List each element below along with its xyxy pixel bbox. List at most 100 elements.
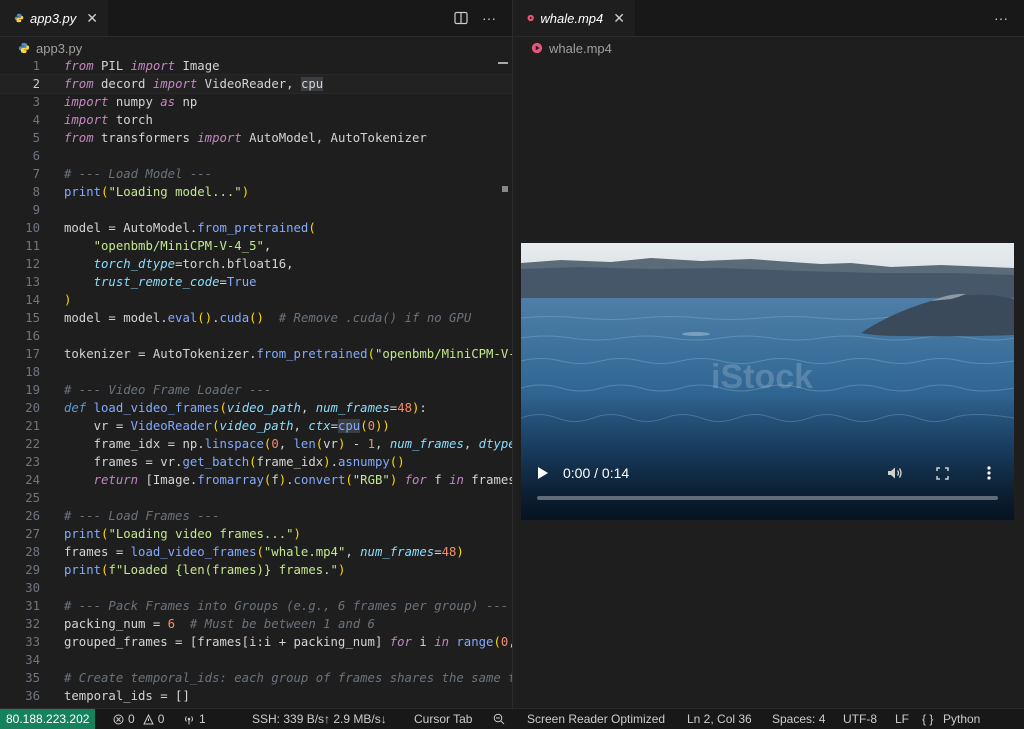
line-text: vr = VideoReader(video_path, ctx=cpu(0)) (64, 419, 390, 433)
line-number: 21 (25, 419, 40, 433)
code-line[interactable]: 15 model = model.eval().cuda() # Remove .… (0, 309, 512, 327)
code-line[interactable]: 25 (0, 489, 512, 507)
line-text: def load_video_frames(video_path, num_fr… (64, 401, 427, 415)
line-text: # --- Pack Frames into Groups (e.g., 6 f… (64, 599, 509, 613)
code-line[interactable]: 23 frames = vr.get_batch(frame_idx).asnu… (0, 453, 512, 471)
problems-indicator[interactable]: 0 0 (113, 709, 164, 729)
close-icon[interactable]: ✕ (613, 10, 625, 27)
line-text: import numpy as np (64, 95, 198, 109)
video-controls: 0:00 / 0:14 (521, 453, 1014, 520)
code-line[interactable]: 24 return [Image.fromarray(f).convert("R… (0, 471, 512, 489)
code-line[interactable]: 35 # Create temporal_ids: each group of f… (0, 669, 512, 687)
close-icon[interactable]: ✕ (86, 10, 98, 27)
code-line[interactable]: 29 print(f"Loaded {len(frames)} frames.") (0, 561, 512, 579)
ports-count: 1 (199, 712, 206, 726)
code-line[interactable]: 19 # --- Video Frame Loader --- (0, 381, 512, 399)
code-line[interactable]: 5 from transformers import AutoModel, Aut… (0, 129, 512, 147)
code-line[interactable]: 16 (0, 327, 512, 345)
code-line[interactable]: 14) (0, 291, 512, 309)
split-editor-icon[interactable] (454, 11, 468, 25)
code-line[interactable]: 20 def load_video_frames(video_path, num_… (0, 399, 512, 417)
code-line[interactable]: 31 # --- Pack Frames into Groups (e.g., 6… (0, 597, 512, 615)
code-line[interactable]: 28 frames = load_video_frames("whale.mp4"… (0, 543, 512, 561)
line-text: frames = vr.get_batch(frame_idx).asnumpy… (64, 455, 405, 469)
cursor-position[interactable]: Ln 2, Col 36 (687, 709, 752, 729)
play-icon[interactable] (537, 466, 549, 480)
fullscreen-icon[interactable] (936, 467, 949, 480)
fold-indicator (498, 62, 508, 68)
code-line[interactable]: 18 (0, 363, 512, 381)
code-line[interactable]: 33 grouped_frames = [frames[i:i + packing… (0, 633, 512, 651)
zoom-icon[interactable] (493, 713, 505, 725)
video-player[interactable]: iStock 0:00 / 0:14 (521, 243, 1014, 520)
code-line[interactable]: 13 trust_remote_code=True (0, 273, 512, 291)
line-number: 28 (25, 545, 40, 559)
line-number: 30 (25, 581, 40, 595)
error-icon (113, 714, 124, 724)
cursor-tab-status[interactable]: Cursor Tab (414, 709, 472, 729)
tab-app3-py[interactable]: app3.py ✕ (0, 0, 108, 36)
code-line[interactable]: 36 temporal_ids = [] (0, 687, 512, 705)
line-number: 13 (25, 275, 40, 289)
code-line[interactable]: 2 from decord import VideoReader, cpu (0, 74, 512, 94)
line-text: # --- Load Model --- (64, 167, 213, 181)
line-number: 5 (32, 131, 40, 145)
line-text: tokenizer = AutoTokenizer.from_pretraine… (64, 347, 512, 361)
language-mode[interactable]: Python (943, 709, 980, 729)
line-number: 16 (25, 329, 40, 343)
more-actions-icon[interactable]: ··· (994, 10, 1008, 26)
line-text: print(f"Loaded {len(frames)} frames.") (64, 563, 346, 577)
screen-reader-status[interactable]: Screen Reader Optimized (527, 709, 665, 729)
code-line[interactable]: 21 vr = VideoReader(video_path, ctx=cpu(… (0, 417, 512, 435)
code-line[interactable]: 1 from PIL import Image (0, 57, 512, 75)
eol-status[interactable]: LF (895, 709, 909, 729)
indentation-status[interactable]: Spaces: 4 (772, 709, 825, 729)
code-line[interactable]: 32 packing_num = 6 # Must be between 1 an… (0, 615, 512, 633)
code-line[interactable]: 26 # --- Load Frames --- (0, 507, 512, 525)
breadcrumb-file[interactable]: whale.mp4 (549, 41, 612, 56)
code-line[interactable]: 34 (0, 651, 512, 669)
code-line[interactable]: 30 (0, 579, 512, 597)
line-number: 32 (25, 617, 40, 631)
line-number: 20 (25, 401, 40, 415)
code-line[interactable]: 8 print("Loading model...") (0, 183, 512, 201)
line-text: grouped_frames = [frames[i:i + packing_n… (64, 635, 512, 649)
line-text: print("Loading model...") (64, 185, 250, 199)
ssh-status[interactable]: SSH: 339 B/s↑ 2.9 MB/s↓ (252, 709, 387, 729)
more-actions-icon[interactable]: ··· (482, 10, 496, 26)
line-number: 36 (25, 689, 40, 703)
line-number: 4 (32, 113, 40, 127)
volume-icon[interactable] (887, 466, 903, 480)
code-line[interactable]: 17 tokenizer = AutoTokenizer.from_pretrai… (0, 345, 512, 363)
broadcast-icon (185, 715, 193, 724)
code-line[interactable]: 7 # --- Load Model --- (0, 165, 512, 183)
tab-whale-mp4[interactable]: whale.mp4 ✕ (513, 0, 635, 36)
code-line[interactable]: 12 torch_dtype=torch.bfloat16, (0, 255, 512, 273)
language-braces-icon[interactable]: { } (922, 709, 933, 729)
code-line[interactable]: 3 import numpy as np (0, 93, 512, 111)
line-text: model = AutoModel.from_pretrained( (64, 221, 316, 235)
code-line[interactable]: 4 import torch (0, 111, 512, 129)
code-line[interactable]: 27 print("Loading video frames...") (0, 525, 512, 543)
video-progress-bar[interactable] (537, 496, 998, 500)
line-number: 1 (32, 59, 40, 73)
line-number: 23 (25, 455, 40, 469)
code-line[interactable]: 11 "openbmb/MiniCPM-V-4_5", (0, 237, 512, 255)
ports-indicator[interactable]: 1 (183, 709, 206, 729)
more-options-icon[interactable] (987, 466, 991, 480)
time-display: 0:00 / 0:14 (563, 465, 630, 481)
code-editor[interactable]: 1 from PIL import Image 2 from decord impor… (0, 57, 512, 705)
code-line[interactable]: 22 frame_idx = np.linspace(0, len(vr) - … (0, 435, 512, 453)
code-line[interactable]: 9 (0, 201, 512, 219)
breadcrumb-file[interactable]: app3.py (36, 41, 82, 56)
code-line[interactable]: 10 model = AutoModel.from_pretrained( (0, 219, 512, 237)
remote-indicator[interactable]: 80.188.223.202 (0, 709, 96, 729)
line-number: 10 (25, 221, 40, 235)
line-number: 19 (25, 383, 40, 397)
encoding-status[interactable]: UTF-8 (843, 709, 877, 729)
code-line[interactable]: 6 (0, 147, 512, 165)
line-text: "openbmb/MiniCPM-V-4_5", (93, 239, 272, 253)
line-text: from PIL import Image (64, 59, 220, 73)
line-text: torch_dtype=torch.bfloat16, (93, 257, 294, 271)
line-text: return [Image.fromarray(f).convert("RGB"… (93, 473, 512, 487)
